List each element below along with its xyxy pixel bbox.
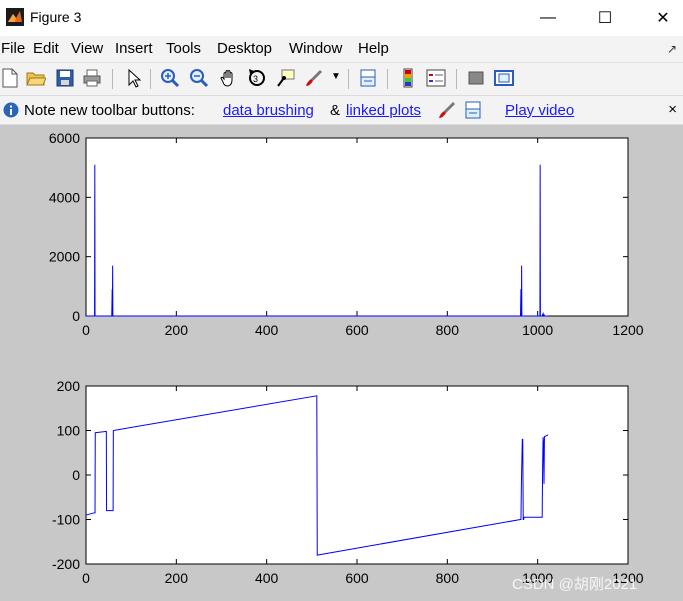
watermark: CSDN @胡刚2021 (512, 576, 638, 593)
axes-top[interactable]: 0 200 400 600 800 1000 1200 0 2000 4000 6000 (49, 130, 644, 338)
y-tick-label: 2000 (49, 249, 80, 265)
axes-bottom[interactable]: 0 200 400 600 800 1000 1200-200-1000100200 (52, 378, 644, 586)
axes-box (85, 385, 629, 565)
x-tick-label: 200 (165, 322, 189, 338)
y-tick-label: -100 (52, 512, 80, 528)
y-tick-label: 6000 (49, 130, 80, 146)
x-tick-label: 1000 (522, 322, 553, 338)
x-tick-label: 400 (255, 570, 279, 586)
x-tick-label: 600 (345, 570, 369, 586)
y-tick-label: 100 (57, 423, 81, 439)
axes-box (85, 137, 629, 317)
figure-canvas: 0 200 400 600 800 1000 12000200040006000 0 200 4… (49, 130, 644, 586)
x-tick-label: 800 (436, 322, 460, 338)
x-tick-label: 600 (345, 322, 369, 338)
x-tick-label: 200 (165, 570, 189, 586)
y-tick-label: -200 (52, 556, 80, 572)
y-tick-label: 200 (57, 378, 81, 394)
y-tick-label: 4000 (49, 189, 80, 205)
x-tick-label: 0 (82, 322, 90, 338)
y-tick-label: 0 (72, 467, 80, 483)
x-tick-label: 1200 (612, 322, 643, 338)
x-tick-label: 0 (82, 570, 90, 586)
x-tick-label: 800 (436, 570, 460, 586)
x-tick-label: 400 (255, 322, 279, 338)
y-tick-label: 0 (72, 308, 80, 324)
